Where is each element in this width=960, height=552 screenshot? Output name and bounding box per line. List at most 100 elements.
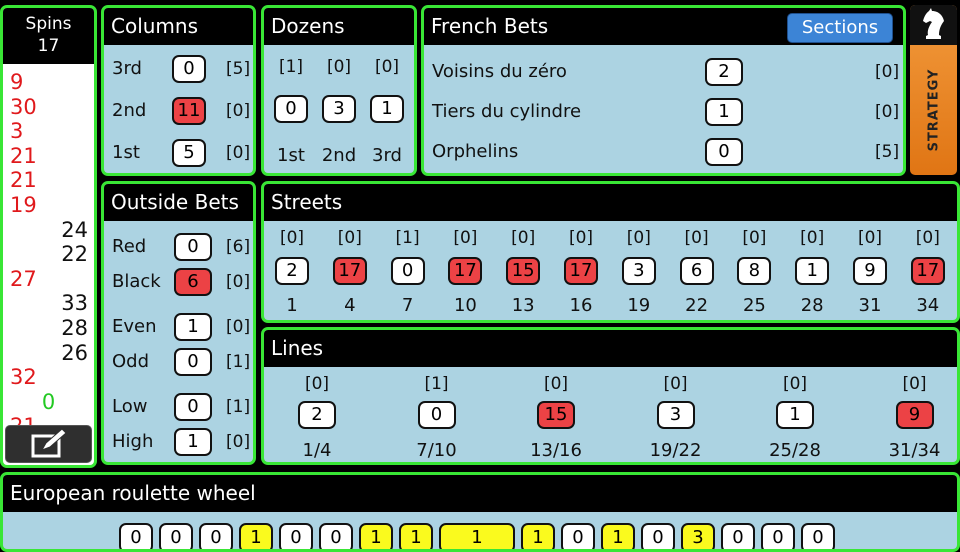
street-value-box[interactable]: 8: [737, 257, 772, 285]
street-label: 16: [569, 295, 593, 316]
street-value-box[interactable]: 15: [506, 257, 541, 285]
columns-title: Columns: [104, 8, 253, 45]
line-label: 25/28: [769, 440, 821, 461]
wheel-cell: 0: [159, 523, 193, 549]
street-count: [1]: [395, 228, 420, 248]
column-value-box[interactable]: 5: [172, 139, 206, 167]
edit-spins-button[interactable]: [5, 425, 92, 463]
roulette-wheel-title: European roulette wheel: [3, 475, 957, 512]
street-count: [0]: [800, 228, 825, 248]
spin-number: 0: [41, 389, 56, 414]
street-count: [0]: [453, 228, 478, 248]
street-label: 19: [627, 295, 651, 316]
street-count: [0]: [626, 228, 651, 248]
line-value-box[interactable]: 9: [895, 401, 934, 429]
line-value-box[interactable]: 3: [656, 401, 695, 429]
street-label: 34: [916, 295, 940, 316]
line-value-box[interactable]: 0: [417, 401, 456, 429]
spin-number: 28: [61, 316, 88, 340]
spin-number: 19: [10, 193, 37, 217]
french-bet-count: [5]: [875, 142, 900, 162]
dozens-panel: Dozens [1] [0] [0] 0 3 1 1st 2nd 3rd: [261, 5, 417, 176]
dozen-count: [1]: [278, 57, 304, 77]
outside-bet-value-box[interactable]: 0: [174, 348, 212, 376]
spin-number: 3: [10, 119, 24, 144]
outside-bet-label: Low: [112, 396, 148, 417]
dozen-value-box[interactable]: 1: [370, 95, 404, 123]
french-bet-value-box[interactable]: 2: [705, 58, 743, 86]
street-value-box[interactable]: 6: [679, 257, 714, 285]
street-count: [0]: [511, 228, 536, 248]
spins-header: Spins 17: [3, 8, 94, 64]
outside-bet-value-box[interactable]: 0: [174, 393, 212, 421]
dozen-count: [0]: [326, 57, 352, 77]
wheel-cell: 1: [601, 523, 635, 549]
wheel-cell: 0: [119, 523, 153, 549]
line-count: [0]: [902, 374, 927, 394]
wheel-cell: 1: [399, 523, 433, 549]
wheel-cell: 1: [521, 523, 555, 549]
strategy-button[interactable]: STRATEGY: [910, 5, 957, 175]
street-value-box[interactable]: 2: [275, 257, 309, 285]
dozen-value-box[interactable]: 3: [322, 95, 356, 123]
street-label: 4: [344, 295, 356, 316]
line-value-box[interactable]: 15: [537, 401, 575, 429]
wheel-cell: 0: [721, 523, 755, 549]
wheel-cell: 0: [561, 523, 595, 549]
spin-number: 32: [10, 365, 37, 390]
spin-number: 30: [10, 94, 37, 119]
column-label: 3rd: [112, 58, 142, 79]
columns-panel: Columns 3rd 0 [5] 2nd 11 [0] 1st 5 [0]: [101, 5, 256, 176]
street-count: [0]: [857, 228, 883, 248]
street-value-box[interactable]: 17: [910, 257, 945, 285]
street-count: [0]: [684, 228, 709, 248]
line-label: 7/10: [416, 440, 457, 461]
outside-bet-value-box[interactable]: 1: [174, 313, 212, 341]
wheel-cell: 0: [279, 523, 313, 549]
line-label: 13/16: [530, 440, 582, 461]
street-value-box[interactable]: 3: [621, 257, 656, 285]
street-value-box[interactable]: 0: [390, 257, 425, 285]
line-value-box[interactable]: 1: [776, 401, 814, 429]
sections-button[interactable]: Sections: [787, 13, 893, 43]
spin-number: 21: [10, 168, 37, 193]
column-value-box[interactable]: 11: [172, 97, 206, 125]
outside-bet-value-box[interactable]: 6: [174, 268, 212, 296]
french-bet-count: [0]: [875, 102, 900, 122]
dozens-title: Dozens: [264, 8, 414, 45]
dozen-label: 3rd: [372, 145, 402, 166]
column-count: [5]: [226, 59, 251, 79]
outside-bet-value-box[interactable]: 1: [174, 428, 212, 456]
line-value-box[interactable]: 2: [298, 401, 336, 429]
wheel-cell: 0: [641, 523, 675, 549]
lines-panel: Lines [0] 2 1/4 [1] 0 7/10 [0] 15 13/16 [0] 3 19/22…: [261, 327, 960, 465]
outside-bet-count: [0]: [226, 272, 251, 292]
outside-bet-value-box[interactable]: 0: [174, 233, 212, 261]
wheel-cell: 3: [681, 523, 715, 549]
outside-bet-count: [0]: [226, 432, 251, 452]
french-bets-panel: French Bets Sections Voisins du zéro 2 [0]…: [421, 5, 906, 176]
wheel-cell: 1: [359, 523, 393, 549]
french-bet-label: Tiers du cylindre: [432, 101, 582, 122]
column-value-box[interactable]: 0: [172, 55, 206, 83]
column-count: [0]: [226, 143, 251, 163]
line-label: 1/4: [302, 440, 332, 461]
street-value-box[interactable]: 17: [332, 257, 367, 285]
spin-number: 9: [10, 70, 24, 94]
line-count: [1]: [424, 374, 449, 394]
roulette-wheel-panel: European roulette wheel 0001001111010300…: [0, 472, 960, 552]
outside-bet-label: High: [112, 431, 154, 452]
street-value-box[interactable]: 9: [853, 257, 887, 285]
wheel-cell: 1: [439, 523, 515, 549]
street-value-box[interactable]: 17: [564, 257, 598, 285]
french-bet-value-box[interactable]: 1: [705, 98, 743, 126]
dozen-value-box[interactable]: 0: [274, 95, 308, 123]
outside-bet-count: [6]: [226, 237, 251, 257]
french-bet-value-box[interactable]: 0: [705, 138, 743, 166]
street-value-box[interactable]: 17: [448, 257, 483, 285]
strategy-label: STRATEGY: [926, 68, 941, 152]
outside-bet-label: Black: [112, 271, 161, 292]
lines-title: Lines: [264, 330, 957, 367]
street-label: 22: [685, 295, 709, 316]
street-value-box[interactable]: 1: [795, 257, 830, 285]
